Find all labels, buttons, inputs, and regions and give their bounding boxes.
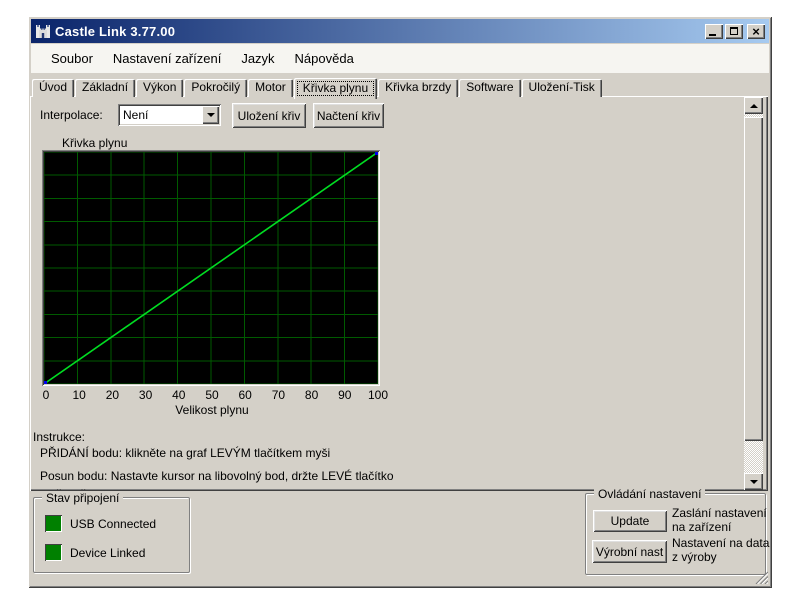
tab-strip: ÚvodZákladníVýkonPokročilýMotorKřivka pl… — [32, 77, 603, 97]
app-window: Castle Link 3.77.00 × SouborNastavení za… — [28, 16, 772, 588]
x-tick-100: 100 — [368, 388, 388, 402]
connection-status-title: Stav připojení — [42, 491, 123, 505]
x-tick-20: 20 — [106, 388, 119, 402]
window-title: Castle Link 3.77.00 — [55, 24, 175, 39]
tab-krivka-plynu[interactable]: Křivka plynu — [294, 78, 377, 99]
instructions-header: Instrukce: — [33, 430, 85, 444]
interpolation-value: Není — [123, 108, 148, 122]
menu-item-napoveda[interactable]: Nápověda — [285, 46, 364, 72]
tab-software[interactable]: Software — [459, 79, 520, 97]
connection-status-group: Stav připojení USB Connected Device Link… — [33, 497, 190, 573]
settings-control-group: Ovládání nastavení Update Zaslání nastav… — [585, 493, 766, 575]
save-curve-button[interactable]: Uložení křiv — [232, 103, 306, 128]
load-curve-button[interactable]: Načtení křiv — [313, 103, 384, 128]
tab-page-krivka-plynu: Interpolace: Není Uložení křiv Načtení k… — [30, 96, 768, 491]
interpolation-dropdown-button[interactable] — [202, 106, 219, 124]
vertical-scrollbar[interactable] — [744, 97, 763, 490]
close-button[interactable]: × — [747, 24, 765, 39]
castle-icon — [35, 23, 51, 39]
instruction-line-move: Posun bodu: Nastavte kursor na libovolný… — [40, 469, 394, 483]
minimize-icon — [709, 34, 716, 36]
tab-pokrocily[interactable]: Pokročilý — [184, 79, 247, 97]
tab-zakladni[interactable]: Základní — [75, 79, 135, 97]
instruction-line-add: PŘIDÁNÍ bodu: klikněte na graf LEVÝM tla… — [40, 446, 330, 460]
usb-connected-indicator — [45, 515, 62, 532]
scroll-up-button[interactable] — [744, 97, 763, 114]
chart-title: Křivka plynu — [62, 136, 127, 150]
tab-krivka-brzdy[interactable]: Křivka brzdy — [378, 79, 458, 97]
tab-uvod[interactable]: Úvod — [32, 79, 74, 97]
x-tick-10: 10 — [73, 388, 86, 402]
x-tick-60: 60 — [239, 388, 252, 402]
maximize-button[interactable] — [725, 24, 743, 39]
device-linked-indicator — [45, 544, 62, 561]
close-icon: × — [752, 25, 760, 38]
x-tick-90: 90 — [338, 388, 351, 402]
curve-endpoint — [44, 381, 47, 384]
tab-vykon[interactable]: Výkon — [136, 79, 183, 97]
tab-motor[interactable]: Motor — [248, 79, 293, 97]
scrollbar-thumb[interactable] — [744, 117, 763, 441]
x-tick-40: 40 — [172, 388, 185, 402]
update-description: Zaslání nastavení na zařízení — [672, 506, 767, 534]
minimize-button[interactable] — [705, 24, 723, 39]
curve-endpoint — [375, 152, 378, 155]
factory-settings-button[interactable]: Výrobní nast — [592, 540, 667, 563]
arrow-up-icon — [750, 104, 758, 108]
x-tick-30: 30 — [139, 388, 152, 402]
update-button[interactable]: Update — [593, 510, 667, 532]
instruction-line-clipped: a přesuňte — [40, 487, 97, 490]
interpolation-label: Interpolace: — [40, 108, 103, 122]
chevron-down-icon — [207, 113, 215, 117]
x-tick-70: 70 — [272, 388, 285, 402]
arrow-down-icon — [750, 480, 758, 484]
x-tick-0: 0 — [43, 388, 50, 402]
x-axis-label: Velikost plynu — [175, 403, 248, 417]
menu-item-jazyk[interactable]: Jazyk — [231, 46, 284, 72]
scroll-down-button[interactable] — [744, 473, 763, 490]
interpolation-select[interactable]: Není — [118, 104, 221, 126]
menu-item-nastaveni-zarizeni[interactable]: Nastavení zařízení — [103, 46, 231, 72]
factory-description: Nastavení na data z výroby — [672, 536, 769, 564]
resize-grip[interactable] — [755, 571, 768, 584]
menu-bar: SouborNastavení zařízeníJazykNápověda — [31, 44, 769, 73]
x-tick-50: 50 — [205, 388, 218, 402]
menu-item-soubor[interactable]: Soubor — [41, 46, 103, 72]
settings-control-title: Ovládání nastavení — [594, 487, 705, 501]
throttle-curve-chart[interactable] — [42, 150, 380, 386]
title-bar[interactable]: Castle Link 3.77.00 × — [31, 19, 769, 43]
tab-ulozeni-tisk[interactable]: Uložení-Tisk — [522, 79, 602, 97]
maximize-icon — [730, 27, 738, 35]
usb-connected-label: USB Connected — [70, 517, 156, 531]
device-linked-label: Device Linked — [70, 546, 145, 560]
x-tick-80: 80 — [305, 388, 318, 402]
